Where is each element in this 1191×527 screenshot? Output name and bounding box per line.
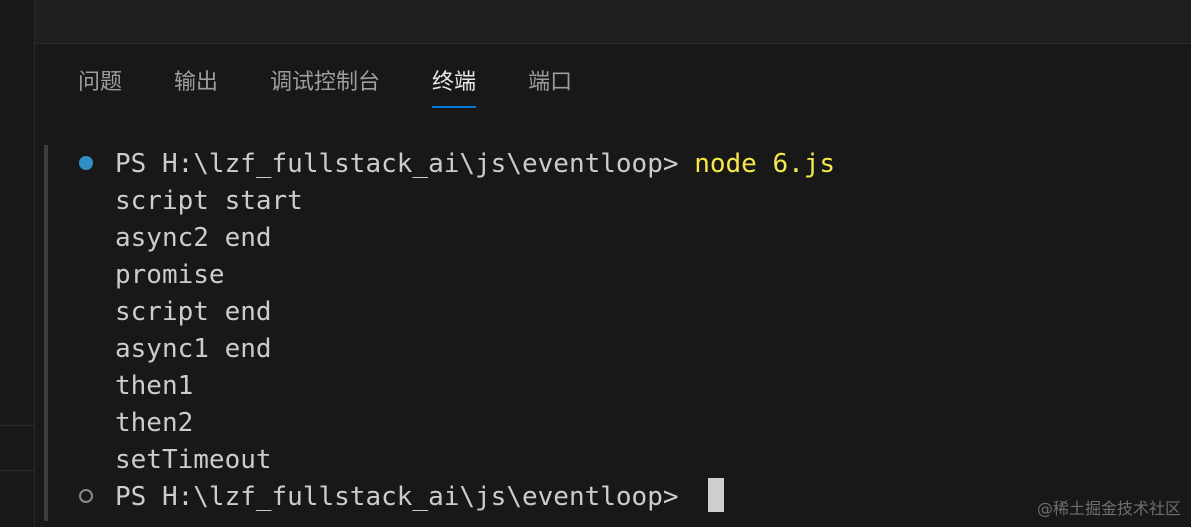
panel-tabs: 问题 输出 调试控制台 终端 端口	[78, 68, 624, 108]
editor-area	[35, 0, 1191, 44]
terminal-output-line: then1	[115, 371, 194, 401]
terminal-output[interactable]: PS H:\lzf_fullstack_ai\js\eventloop> nod…	[79, 146, 1180, 516]
terminal-command: node 6.js	[694, 149, 836, 179]
command-pending-icon[interactable]	[79, 489, 93, 503]
tab-output[interactable]: 输出	[174, 68, 218, 108]
terminal-output-line: async1 end	[115, 334, 272, 364]
vscode-window: 问题 输出 调试控制台 终端 端口 PS H:\lzf_fullstack_ai…	[0, 0, 1191, 527]
activity-divider	[0, 425, 34, 426]
watermark: @稀土掘金技术社区	[1036, 499, 1181, 518]
tab-terminal[interactable]: 终端	[432, 68, 477, 108]
terminal-output-line: setTimeout	[115, 445, 272, 475]
tab-ports[interactable]: 端口	[528, 68, 572, 108]
terminal-output-line: async2 end	[115, 223, 272, 253]
terminal-prompt: PS H:\lzf_fullstack_ai\js\eventloop>	[115, 149, 695, 179]
terminal-output-line: script end	[115, 297, 272, 327]
command-gutter-bar	[44, 145, 48, 521]
tab-debug-console[interactable]: 调试控制台	[270, 68, 380, 108]
terminal-prompt: PS H:\lzf_fullstack_ai\js\eventloop>	[115, 482, 695, 512]
activity-divider	[0, 470, 34, 471]
terminal-prompt-line: PS H:\lzf_fullstack_ai\js\eventloop>	[79, 477, 1180, 516]
terminal-cursor	[708, 477, 725, 512]
terminal-output-line: then2	[115, 408, 194, 438]
command-success-icon[interactable]	[79, 156, 93, 170]
terminal-output-line: script start	[115, 186, 303, 216]
bottom-panel: 问题 输出 调试控制台 终端 端口 PS H:\lzf_fullstack_ai…	[35, 44, 1191, 527]
tab-problems[interactable]: 问题	[78, 68, 122, 108]
terminal-command-line: PS H:\lzf_fullstack_ai\js\eventloop> nod…	[79, 146, 1180, 183]
terminal-output-line: promise	[115, 260, 225, 290]
activity-bar	[0, 0, 35, 527]
